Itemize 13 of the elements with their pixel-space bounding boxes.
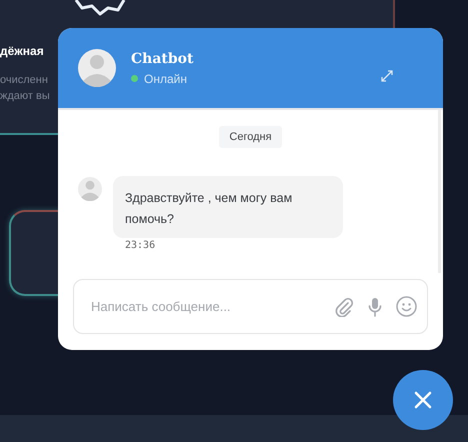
avatar-icon xyxy=(78,177,102,201)
chat-title: Chatbot xyxy=(131,50,194,66)
emoji-icon[interactable] xyxy=(396,296,417,317)
message-time: 23:36 xyxy=(125,240,156,251)
microphone-icon[interactable] xyxy=(368,296,382,316)
attach-icon[interactable] xyxy=(334,296,354,316)
body-text: очисленн xyxy=(0,73,49,88)
body-text: ждают вы xyxy=(0,89,50,104)
status-label: Онлайн xyxy=(144,72,187,86)
message-bubble: Здравствуйте , чем могу вам помочь? xyxy=(113,176,343,238)
expand-icon[interactable] xyxy=(381,70,393,82)
avatar-icon xyxy=(78,49,116,87)
heading: дёжная xyxy=(0,44,45,58)
